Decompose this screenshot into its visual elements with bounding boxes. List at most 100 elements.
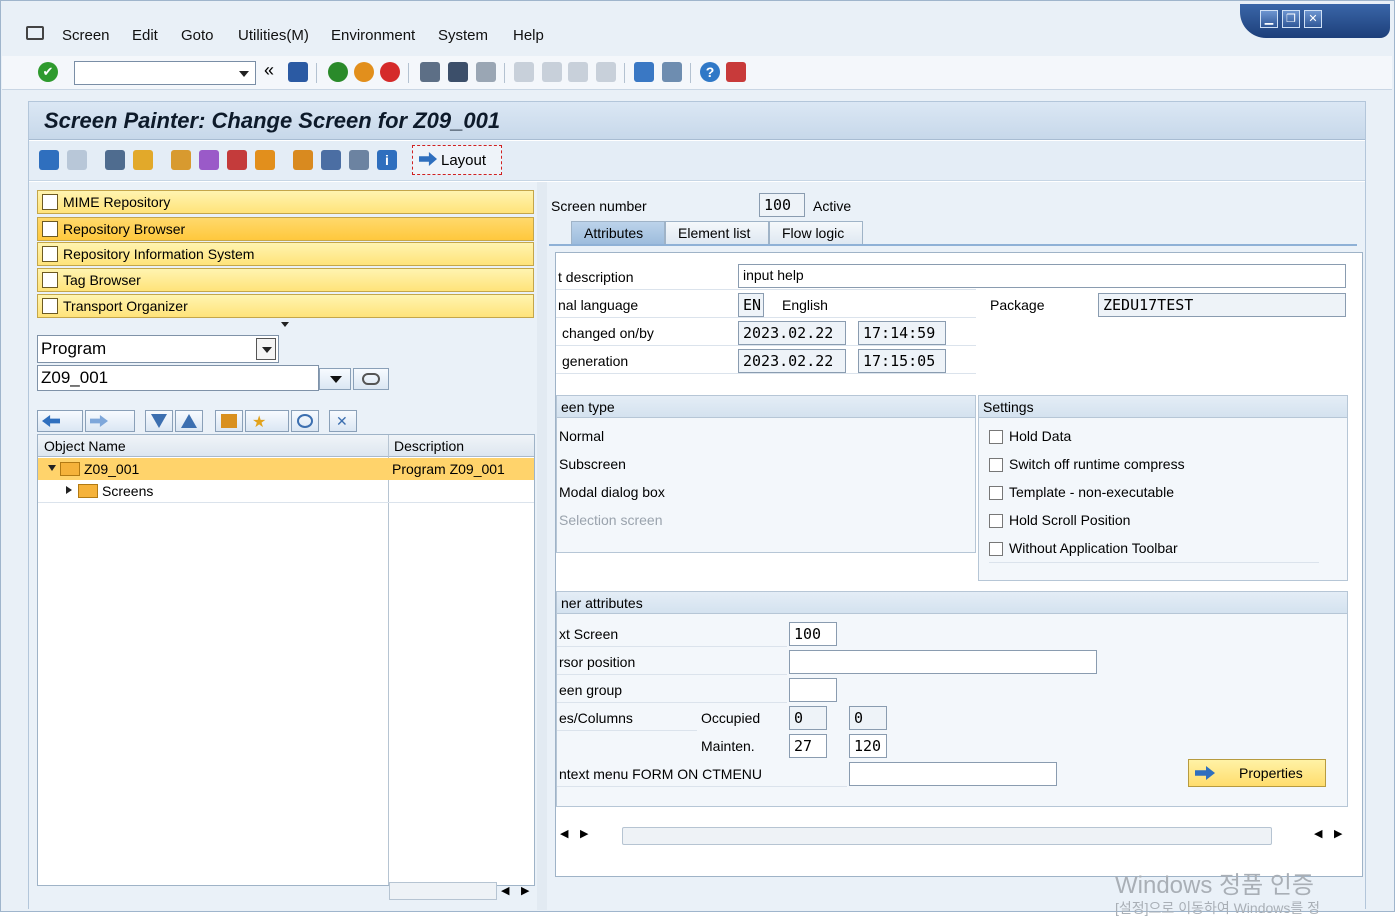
screen-type-normal[interactable]: Normal (559, 428, 604, 444)
customize-icon[interactable] (726, 62, 746, 82)
tag-browser-button[interactable]: Tag Browser (37, 268, 534, 292)
menu-screen[interactable]: Screen (62, 27, 110, 44)
shortcut-icon[interactable] (662, 62, 682, 82)
chevron-down-icon[interactable] (256, 338, 276, 360)
check-icon[interactable] (199, 150, 219, 170)
refresh-button[interactable] (291, 410, 319, 432)
short-description-field[interactable]: input help (738, 264, 1346, 288)
mime-repository-button[interactable]: MIME Repository (37, 190, 534, 214)
runtime-compress-checkbox[interactable] (989, 458, 1003, 472)
maximize-icon[interactable]: ❐ (1282, 10, 1300, 28)
find-icon[interactable] (448, 62, 468, 82)
tree-back-button[interactable] (37, 410, 83, 432)
value-help-button[interactable] (319, 368, 351, 390)
close-tree-button[interactable]: ✕ (329, 410, 357, 432)
tab-attributes[interactable]: Attributes (571, 221, 665, 245)
tab-flow-logic[interactable]: Flow logic (769, 221, 863, 245)
tree-forward-button[interactable] (85, 410, 135, 432)
collapse-icon[interactable]: « (264, 60, 274, 81)
where-used-icon[interactable] (349, 150, 369, 170)
screen-type-subscreen[interactable]: Subscreen (559, 456, 626, 472)
properties-button[interactable]: Properties (1188, 759, 1326, 787)
tree-horizontal-scrollbar[interactable] (389, 882, 497, 900)
layout-button[interactable]: Layout (412, 145, 502, 175)
system-menu-icon[interactable] (26, 26, 44, 40)
menu-environment[interactable]: Environment (331, 27, 415, 44)
back-arrow-icon[interactable] (39, 150, 59, 170)
print-icon[interactable] (420, 62, 440, 82)
object-name-input[interactable]: Z09_001 (37, 365, 319, 391)
main-panel: Screen Painter: Change Screen for Z09_00… (28, 101, 1366, 910)
chevron-down-icon[interactable] (239, 71, 249, 77)
exit-icon[interactable] (354, 62, 374, 82)
tree-row[interactable]: Screens (38, 480, 534, 502)
arrow-right-icon (1195, 766, 1215, 780)
new-session-icon[interactable] (634, 62, 654, 82)
hierarchy-button[interactable] (215, 410, 243, 432)
cancel-icon[interactable] (380, 62, 400, 82)
enter-icon[interactable]: ✔ (38, 62, 58, 82)
scroll-right-icon[interactable]: ▶ (580, 827, 588, 840)
scroll-right-icon[interactable]: ▶ (521, 884, 529, 897)
scroll-right-icon[interactable]: ▶ (1334, 827, 1342, 840)
minimize-icon[interactable]: ▁ (1260, 10, 1278, 28)
transport-organizer-button[interactable]: Transport Organizer (37, 294, 534, 318)
no-app-toolbar-checkbox[interactable] (989, 542, 1003, 556)
info-icon[interactable]: i (377, 150, 397, 170)
find-next-icon[interactable] (476, 62, 496, 82)
horizontal-scrollbar[interactable] (622, 827, 1272, 845)
close-icon[interactable]: ✕ (1304, 10, 1322, 28)
hold-scroll-checkbox[interactable] (989, 514, 1003, 528)
last-page-icon[interactable] (596, 62, 616, 82)
cursor-position-field[interactable] (789, 650, 1097, 674)
template-checkbox[interactable] (989, 486, 1003, 500)
screen-group-field[interactable] (789, 678, 837, 702)
toolbar-separator (624, 63, 625, 83)
repository-info-system-button[interactable]: Repository Information System (37, 242, 534, 266)
favorites-button[interactable]: ★ (245, 410, 289, 432)
object-list-icon[interactable] (321, 150, 341, 170)
tree-header-object-name[interactable]: Object Name (38, 435, 388, 457)
menu-help[interactable]: Help (513, 27, 544, 44)
next-page-icon[interactable] (568, 62, 588, 82)
collapse-button[interactable] (175, 410, 203, 432)
repository-browser-button[interactable]: Repository Browser (37, 217, 534, 241)
mainten-lines-field[interactable]: 27 (789, 734, 827, 758)
caret-down-icon[interactable] (281, 322, 289, 327)
active-inactive-icon[interactable] (133, 150, 153, 170)
screen-type-modal[interactable]: Modal dialog box (559, 484, 665, 500)
menu-utilities[interactable]: Utilities(M) (238, 27, 309, 44)
menu-system[interactable]: System (438, 27, 488, 44)
tab-element-list[interactable]: Element list (665, 221, 769, 245)
object-type-select[interactable]: Program (37, 335, 279, 363)
caret-right-icon[interactable] (66, 486, 72, 494)
help-icon[interactable]: ? (700, 62, 720, 82)
back-icon[interactable] (328, 62, 348, 82)
caret-down-icon[interactable] (48, 465, 56, 471)
scroll-left-icon[interactable]: ◀ (501, 884, 509, 897)
context-menu-field[interactable] (849, 762, 1057, 786)
expand-button[interactable] (145, 410, 173, 432)
hold-data-checkbox[interactable] (989, 430, 1003, 444)
menu-goto[interactable]: Goto (181, 27, 214, 44)
first-page-icon[interactable] (514, 62, 534, 82)
save-icon[interactable] (288, 62, 308, 82)
prev-page-icon[interactable] (542, 62, 562, 82)
menu-edit[interactable]: Edit (132, 27, 158, 44)
activate-icon[interactable] (227, 150, 247, 170)
other-object-icon[interactable] (171, 150, 191, 170)
pane-splitter[interactable] (537, 182, 547, 910)
tree-header-description[interactable]: Description (388, 435, 534, 457)
mainten-columns-field[interactable]: 120 (849, 734, 887, 758)
hierarchy-icon[interactable] (293, 150, 313, 170)
next-screen-field[interactable]: 100 (789, 622, 837, 646)
forward-arrow-icon[interactable] (67, 150, 87, 170)
display-change-icon[interactable] (105, 150, 125, 170)
scroll-left-icon[interactable]: ◀ (560, 827, 568, 840)
scroll-left-icon[interactable]: ◀ (1314, 827, 1322, 840)
tree-row[interactable]: Z09_001 Program Z09_001 (38, 458, 534, 480)
display-glasses-button[interactable] (353, 368, 389, 390)
command-field[interactable] (74, 61, 256, 85)
test-icon[interactable] (255, 150, 275, 170)
command-input[interactable] (75, 62, 235, 84)
